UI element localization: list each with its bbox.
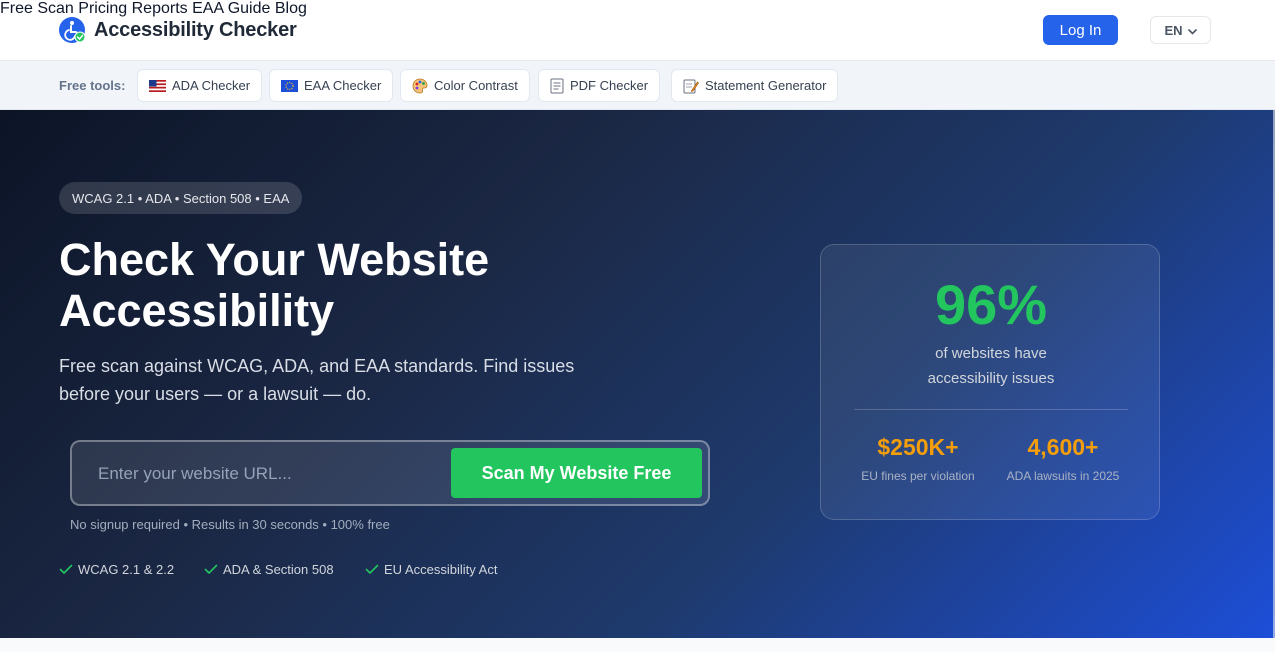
stats-divider	[854, 409, 1128, 410]
headline-stat-description: of websites have accessibility issues	[891, 341, 1091, 391]
stat-value: 4,600+	[1027, 434, 1099, 460]
nav-reports[interactable]: Reports	[132, 0, 188, 17]
hero-title-line2: Accessibility	[59, 285, 335, 336]
website-url-input[interactable]	[98, 460, 438, 488]
check-icon	[204, 564, 218, 574]
free-tools-bar: Free tools: ADA Checker EAA Checker Colo…	[0, 61, 1275, 110]
nav-blog[interactable]: Blog	[275, 0, 307, 17]
login-button[interactable]: Log In	[1043, 15, 1118, 45]
stat-value: $250K+	[877, 434, 959, 460]
free-tools-label: Free tools:	[59, 78, 126, 93]
scan-note: No signup required • Results in 30 secon…	[70, 517, 390, 532]
stat-label: ADA lawsuits in 2025	[1006, 469, 1120, 483]
accessibility-logo-icon	[59, 16, 87, 44]
headline-desc-line2: accessibility issues	[927, 370, 1055, 387]
brand-name: Accessibility Checker	[94, 18, 297, 41]
scan-website-button[interactable]: Scan My Website Free	[451, 448, 702, 498]
tool-label: EAA Checker	[304, 78, 382, 93]
eu-flag-icon	[281, 79, 298, 92]
feature-label: ADA & Section 508	[223, 562, 334, 577]
hero-title: Check Your Website Accessibility	[59, 234, 619, 336]
chevron-down-icon	[1187, 23, 1197, 38]
language-selector[interactable]: EN	[1150, 16, 1211, 44]
check-icon	[365, 564, 379, 574]
url-scan-form: Scan My Website Free	[70, 440, 710, 506]
feature-item: EU Accessibility Act	[365, 562, 497, 577]
site-header: Accessibility Checker Free Scan Pricing …	[0, 0, 1275, 61]
hero-subtitle: Free scan against WCAG, ADA, and EAA sta…	[59, 356, 575, 404]
stats-card: 96% of websites have accessibility issue…	[820, 244, 1160, 520]
standards-badge: WCAG 2.1 • ADA • Section 508 • EAA	[59, 182, 303, 214]
tool-pdf-checker[interactable]: PDF Checker	[538, 69, 661, 102]
tool-label: Statement Generator	[705, 78, 827, 93]
feature-item: WCAG 2.1 & 2.2	[59, 562, 174, 577]
nav-free-scan[interactable]: Free Scan	[0, 0, 74, 17]
tool-label: PDF Checker	[570, 78, 649, 93]
headline-desc-line1: of websites have	[935, 345, 1047, 362]
palette-icon	[412, 78, 428, 94]
stat-ada-lawsuits: 4,600+ ADA lawsuits in 2025	[988, 433, 1138, 483]
headline-stat-value: 96%	[934, 273, 1048, 336]
nav-eaa-guide[interactable]: EAA Guide	[192, 0, 270, 17]
hero-section: WCAG 2.1 • ADA • Section 508 • EAA Check…	[0, 110, 1275, 638]
stat-eu-fines: $250K+ EU fines per violation	[843, 433, 993, 483]
tool-label: ADA Checker	[172, 78, 251, 93]
feature-label: WCAG 2.1 & 2.2	[78, 562, 175, 577]
feature-item: ADA & Section 508	[204, 562, 334, 577]
tool-eaa-checker[interactable]: EAA Checker	[269, 69, 394, 102]
language-label: EN	[1164, 22, 1183, 38]
nav-pricing[interactable]: Pricing	[78, 0, 127, 17]
brand-logo[interactable]: Accessibility Checker	[59, 16, 297, 44]
page-bottom-strip	[0, 638, 1275, 652]
check-icon	[59, 564, 73, 574]
feature-label: EU Accessibility Act	[384, 562, 498, 577]
tool-color-contrast[interactable]: Color Contrast	[400, 69, 530, 102]
tool-label: Color Contrast	[434, 78, 518, 93]
hero-title-line1: Check Your Website	[59, 234, 490, 285]
us-flag-icon	[149, 79, 166, 92]
tool-ada-checker[interactable]: ADA Checker	[137, 69, 263, 102]
tool-statement-generator[interactable]: Statement Generator	[671, 69, 839, 102]
stat-label: EU fines per violation	[861, 469, 975, 483]
memo-icon	[683, 78, 699, 94]
document-icon	[550, 78, 564, 94]
